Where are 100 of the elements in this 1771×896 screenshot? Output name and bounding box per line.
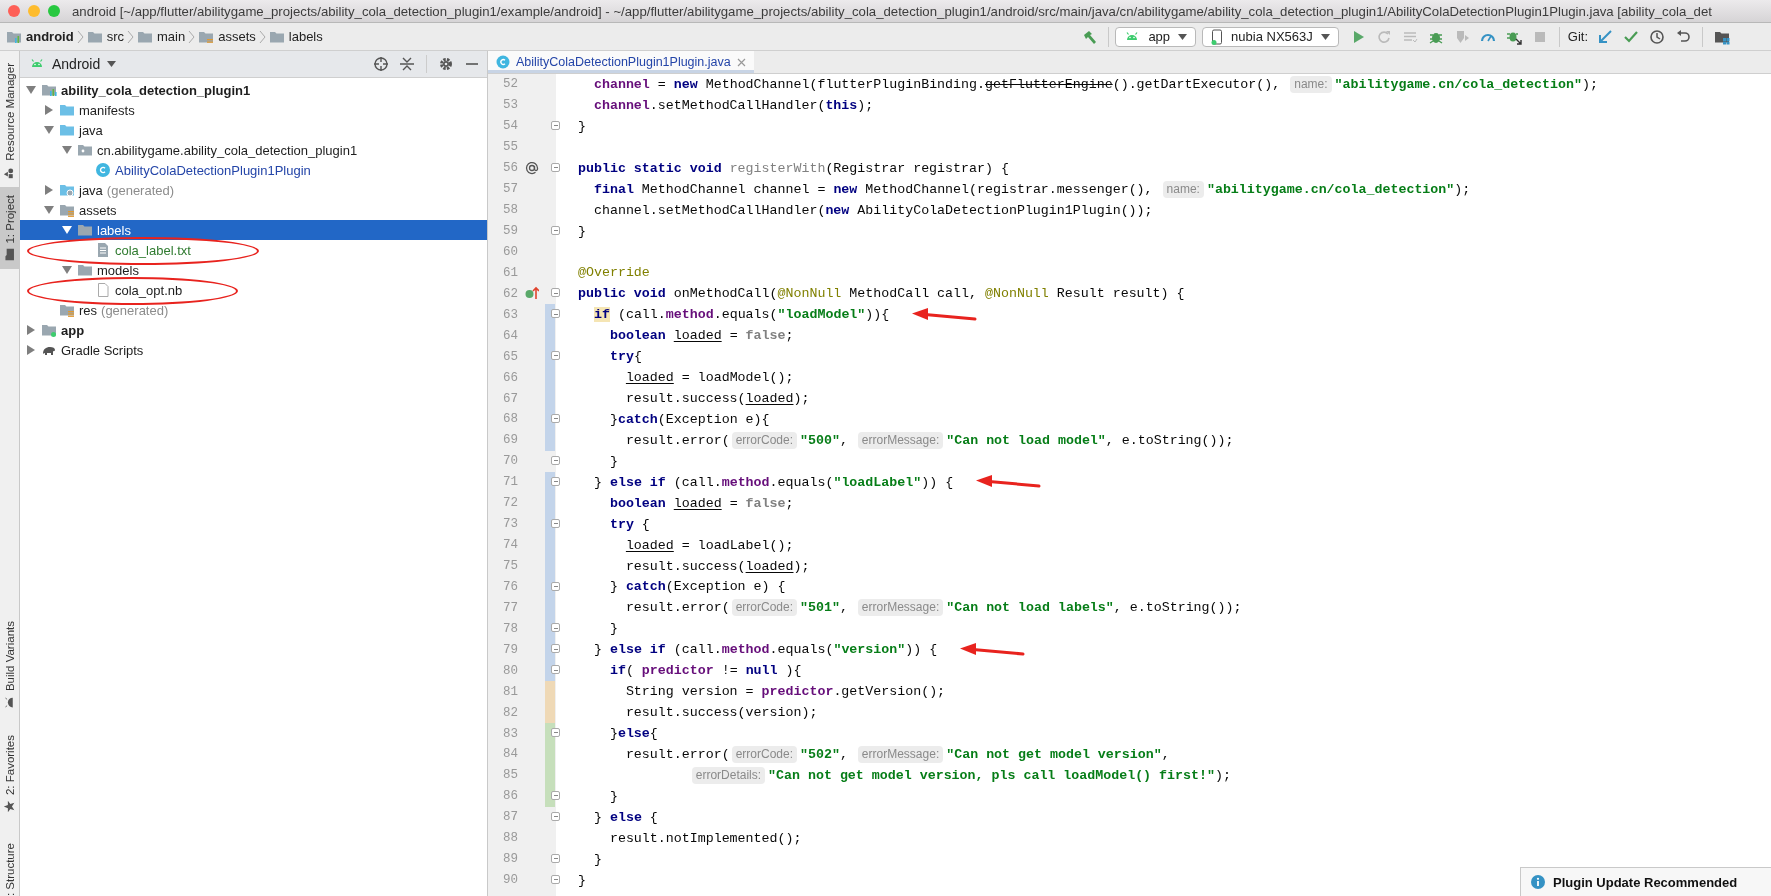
tree-item[interactable]: cola_label.txt <box>20 240 487 260</box>
code-line: try { <box>608 516 650 532</box>
notification-balloon[interactable]: Plugin Update Recommended <box>1520 867 1771 896</box>
tool-window-tab[interactable]: Build Variants <box>0 612 19 717</box>
breadcrumb[interactable]: assets <box>198 28 256 45</box>
expanded-arrow-icon[interactable] <box>44 205 54 215</box>
code-line: } else { <box>592 809 658 825</box>
fold-marker[interactable] <box>551 790 560 800</box>
chevron-icon <box>258 29 266 44</box>
code-line: String version = predictor.getVersion(); <box>624 684 946 700</box>
line-number: 62 <box>502 286 518 301</box>
view-selector[interactable]: Android <box>29 56 117 72</box>
code-line: result.notImplemented(); <box>608 830 802 846</box>
fold-marker[interactable] <box>551 581 560 591</box>
tree-item[interactable]: Gradle Scripts <box>20 340 487 360</box>
run-configuration-dropdown[interactable]: app <box>1115 26 1197 47</box>
tree-label: cn.abilitygame.ability_cola_detection_plugin1 <box>97 142 358 158</box>
line-number: 75 <box>502 559 518 574</box>
line-number: 71 <box>502 475 518 490</box>
fold-marker[interactable] <box>551 644 560 654</box>
code-line: } catch(Exception e) { <box>608 579 786 595</box>
fold-marker[interactable] <box>551 874 560 884</box>
fold-marker[interactable] <box>551 665 560 675</box>
tree-item[interactable]: AbilityColaDetectionPlugin1Plugin <box>20 160 487 180</box>
fold-marker[interactable] <box>551 476 560 486</box>
tree-label: labels <box>97 222 131 238</box>
breadcrumb[interactable]: src <box>86 28 124 45</box>
tree-item[interactable]: cola_opt.nb <box>20 280 487 300</box>
fold-marker[interactable] <box>551 288 560 298</box>
code-line: boolean loaded = false; <box>608 328 794 344</box>
package-icon <box>77 142 93 158</box>
collapsed-arrow-icon[interactable] <box>26 345 36 355</box>
line-number: 55 <box>502 140 518 155</box>
expanded-arrow-icon[interactable] <box>62 265 72 275</box>
at-sign-icon[interactable] <box>525 160 539 175</box>
expanded-arrow-icon[interactable] <box>62 225 72 235</box>
line-number: 85 <box>502 768 518 783</box>
tree-item[interactable]: res (generated) <box>20 300 487 320</box>
dropdown-caret-icon <box>1178 33 1188 40</box>
fold-marker[interactable] <box>551 414 560 423</box>
fold-marker[interactable] <box>551 455 560 465</box>
fold-marker[interactable] <box>551 225 560 235</box>
code-line: channel = new MethodChannel(flutterPluginBinding.getFlutterEngine().getDartExecutor(), name: "abilitygame.cn/cola_detection"); <box>592 75 1598 93</box>
code-line: @Override <box>577 265 650 281</box>
breadcrumb[interactable]: android <box>6 28 74 45</box>
tree-item[interactable]: ability_cola_detection_plugin1 <box>20 80 487 100</box>
tree-item[interactable]: java <box>20 120 487 140</box>
info-icon <box>1531 875 1545 889</box>
collapsed-arrow-icon[interactable] <box>26 325 36 335</box>
line-number: 69 <box>502 433 518 448</box>
editor-tab[interactable]: AbilityColaDetectionPlugin1Plugin.java <box>488 51 754 73</box>
code-line: errorDetails: "Can not get model version, pls call loadModel() first!"); <box>556 766 1231 784</box>
tree-item[interactable]: models <box>20 260 487 280</box>
zoom-window-button[interactable] <box>48 5 60 17</box>
tool-window-tab[interactable]: : Structure <box>0 834 19 896</box>
tool-window-tab[interactable]: 1: Project <box>0 186 19 270</box>
fold-marker[interactable] <box>551 162 560 172</box>
expanded-arrow-icon[interactable] <box>62 145 72 155</box>
line-number: 76 <box>502 579 518 594</box>
device-dropdown[interactable]: nubia NX563J <box>1202 26 1339 47</box>
line-number: 77 <box>502 600 518 615</box>
chevron-icon <box>127 29 134 44</box>
parameter-hint: errorCode: <box>731 431 797 449</box>
collapse-icon[interactable] <box>400 57 414 71</box>
fold-marker[interactable] <box>551 309 560 319</box>
fold-marker[interactable] <box>551 623 560 633</box>
tree-item[interactable]: app <box>20 320 487 340</box>
tool-window-tab[interactable]: 2: Favorites <box>0 726 19 821</box>
fold-marker[interactable] <box>551 853 560 863</box>
collapsed-arrow-icon[interactable] <box>44 105 54 115</box>
tool-window-tab[interactable]: Resource Manager <box>0 55 19 187</box>
crosshair-icon[interactable] <box>374 57 388 71</box>
line-number: 61 <box>502 265 518 280</box>
tree-item[interactable]: labels <box>20 220 487 240</box>
breadcrumb[interactable]: labels <box>268 28 323 45</box>
expanded-arrow-icon[interactable] <box>44 125 54 135</box>
tree-item[interactable]: assets <box>20 200 487 220</box>
parameter-hint: errorCode: <box>731 599 797 617</box>
tree-item[interactable]: cn.abilitygame.ability_cola_detection_plugin1 <box>20 140 487 160</box>
tree-item[interactable]: java (generated) <box>20 180 487 200</box>
settings-icon[interactable] <box>439 57 453 71</box>
tree-label: java <box>79 122 103 138</box>
fold-marker[interactable] <box>551 811 560 821</box>
fold-marker[interactable] <box>551 120 560 130</box>
notification-title: Plugin Update Recommended <box>1553 874 1738 890</box>
expanded-arrow-icon[interactable] <box>26 85 36 95</box>
line-number: 60 <box>502 244 518 259</box>
override-icon[interactable] <box>525 286 539 301</box>
line-number: 88 <box>502 831 518 846</box>
app-module-icon <box>41 322 57 338</box>
code-line: if (call.method.equals("loadModel")){ <box>592 307 890 323</box>
close-window-button[interactable] <box>8 5 20 17</box>
tree-item[interactable]: manifests <box>20 100 487 120</box>
fold-marker[interactable] <box>551 351 560 361</box>
fold-marker[interactable] <box>551 728 560 738</box>
close-icon[interactable] <box>736 57 746 67</box>
collapsed-arrow-icon[interactable] <box>44 185 54 195</box>
breadcrumb[interactable]: main <box>137 28 186 45</box>
fold-marker[interactable] <box>551 518 560 528</box>
line-number: 66 <box>502 370 518 385</box>
